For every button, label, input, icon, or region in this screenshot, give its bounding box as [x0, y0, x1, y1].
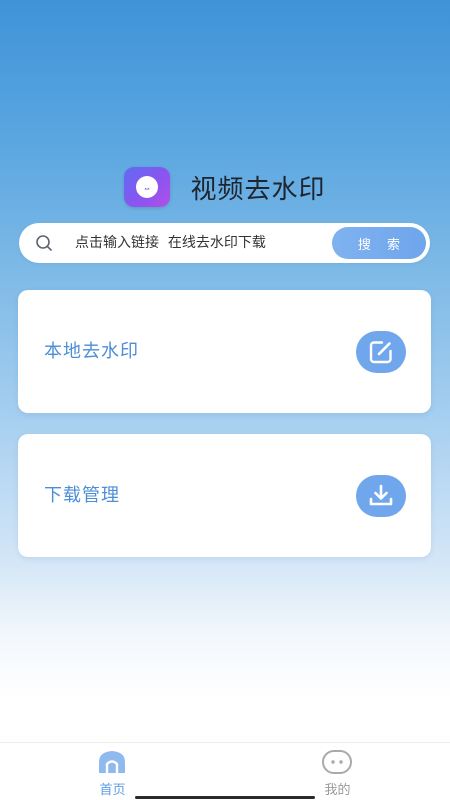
download-management-card[interactable]: 下载管理 [18, 434, 431, 557]
home-icon [99, 751, 125, 775]
download-icon [356, 475, 406, 517]
local-watermark-card[interactable]: 本地去水印 [18, 290, 431, 413]
search-icon [36, 235, 52, 251]
app-header: 视频去水印 [0, 165, 450, 209]
home-indicator [135, 796, 315, 799]
app-title: 视频去水印 [190, 174, 326, 205]
edit-icon [356, 331, 406, 373]
search-bar: 搜 索 [19, 223, 430, 263]
play-video-icon [124, 167, 171, 207]
search-input[interactable] [75, 223, 345, 263]
search-button[interactable]: 搜 索 [332, 227, 426, 259]
tab-home[interactable]: 首页 [0, 743, 225, 800]
profile-face-icon [322, 750, 352, 774]
download-management-label: 下载管理 [44, 485, 120, 506]
bottom-tab-bar: 首页 我的 [0, 742, 450, 800]
tab-mine[interactable]: 我的 [225, 743, 450, 800]
local-watermark-label: 本地去水印 [44, 341, 139, 362]
